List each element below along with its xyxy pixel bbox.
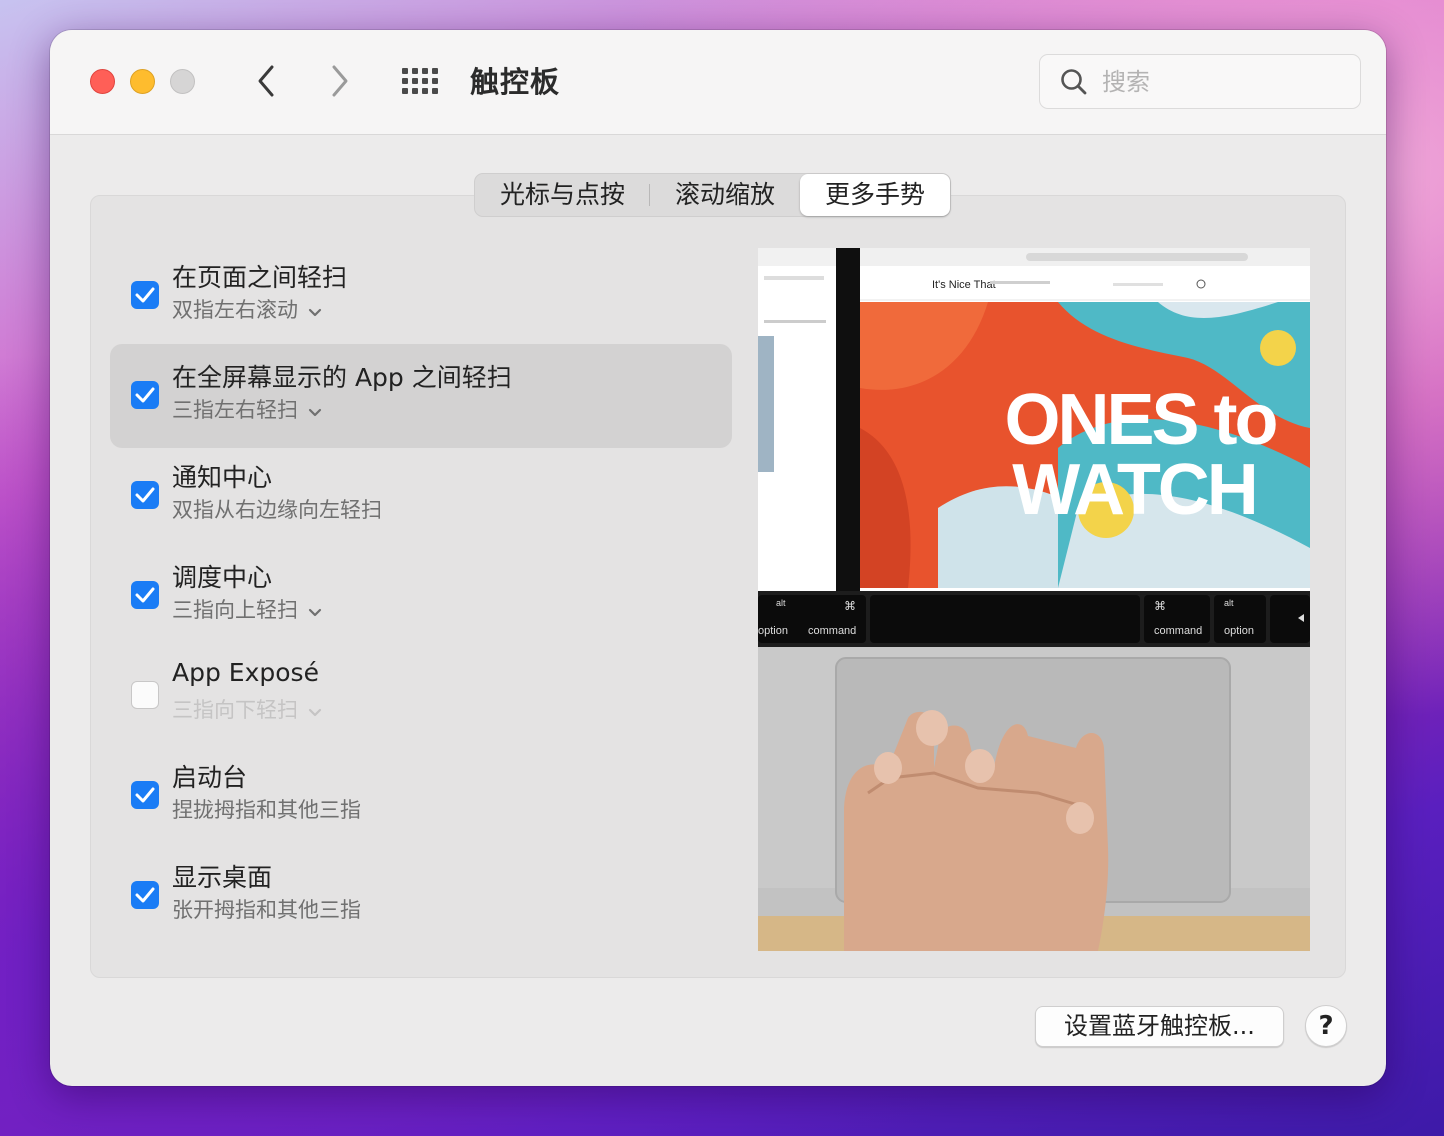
gesture-title: 启动台 — [172, 763, 248, 792]
gesture-title: App Exposé — [172, 658, 319, 687]
search-placeholder: 搜索 — [1102, 68, 1150, 96]
chevron-left-icon — [258, 65, 274, 97]
gesture-row-launchpad[interactable]: 启动台捏拢拇指和其他三指 — [110, 744, 732, 848]
checkmark-icon — [135, 587, 155, 603]
window-title: 触控板 — [470, 65, 561, 99]
checkmark-icon — [135, 787, 155, 803]
search-field[interactable]: 搜索 — [1039, 54, 1361, 109]
checkbox-mission-control[interactable] — [131, 581, 159, 609]
gesture-subtitle: 三指向下轻扫 — [172, 698, 298, 722]
gesture-subtitle: 三指左右轻扫 — [172, 398, 298, 422]
checkbox-swipe-between-pages[interactable] — [131, 281, 159, 309]
chevron-down-icon — [308, 299, 322, 323]
zoom-button[interactable] — [170, 69, 195, 94]
search-icon — [1061, 69, 1087, 95]
tab-bar: 光标与点按 滚动缩放 更多手势 — [474, 173, 952, 217]
chevron-down-icon — [308, 399, 322, 423]
gesture-title: 调度中心 — [172, 563, 273, 592]
headline-line-2: WATCH — [1012, 450, 1256, 530]
checkbox-show-desktop[interactable] — [131, 881, 159, 909]
gesture-popup-menu[interactable]: 双指左右滚动 — [172, 294, 322, 324]
gesture-subtitle: 张开拇指和其他三指 — [172, 898, 361, 922]
close-button[interactable] — [90, 69, 115, 94]
tab-more-gestures[interactable]: 更多手势 — [800, 174, 951, 216]
checkbox-app-expose[interactable] — [131, 681, 159, 709]
key-cmd-symbol-left: ⌘ — [844, 599, 856, 613]
checkmark-icon — [135, 487, 155, 503]
key-option-left: option — [758, 625, 788, 637]
site-name: It's Nice That — [932, 279, 996, 291]
gesture-subtitle: 捏拢拇指和其他三指 — [172, 798, 361, 822]
back-button[interactable] — [246, 60, 286, 102]
title-bar: 触控板 搜索 — [50, 30, 1386, 135]
headline-line-1: ONES to — [1004, 380, 1276, 460]
key-alt-right: alt — [1224, 598, 1234, 608]
show-all-grid-icon[interactable] — [400, 66, 442, 96]
tab-point-click[interactable]: 光标与点按 — [475, 174, 651, 216]
gesture-title: 在全屏幕显示的 App 之间轻扫 — [172, 363, 512, 392]
gesture-row-swipe-between-fullscreen-apps[interactable]: 在全屏幕显示的 App 之间轻扫三指左右轻扫 — [110, 344, 732, 448]
gesture-row-swipe-between-pages[interactable]: 在页面之间轻扫双指左右滚动 — [110, 244, 732, 348]
gesture-popup-menu[interactable]: 三指向下轻扫 — [172, 694, 322, 724]
gesture-subtitle: 双指从右边缘向左轻扫 — [172, 498, 382, 522]
gesture-preview-video: It's Nice That ONES to WATCH alt option … — [758, 248, 1310, 951]
forward-button[interactable] — [320, 60, 360, 102]
gesture-title: 通知中心 — [172, 463, 273, 492]
gesture-description: 捏拢拇指和其他三指 — [172, 794, 361, 824]
checkbox-launchpad[interactable] — [131, 781, 159, 809]
minimize-button[interactable] — [130, 69, 155, 94]
preferences-window: 触控板 搜索 光标与点按 滚动缩放 更多手势 在页面之间轻扫双指左右滚动在全屏幕… — [50, 30, 1386, 1086]
gesture-title: 在页面之间轻扫 — [172, 263, 348, 292]
checkmark-icon — [135, 287, 155, 303]
chevron-right-icon — [332, 65, 348, 97]
key-command-left: command — [808, 625, 856, 637]
key-command-right: command — [1154, 625, 1202, 637]
gesture-title: 显示桌面 — [172, 863, 273, 892]
gesture-row-app-expose[interactable]: App Exposé 三指向下轻扫 — [110, 644, 732, 748]
tab-scroll-zoom[interactable]: 滚动缩放 — [650, 174, 800, 216]
key-option-right: option — [1224, 625, 1254, 637]
key-alt-left: alt — [776, 598, 786, 608]
checkmark-icon — [135, 887, 155, 903]
gesture-popup-menu[interactable]: 三指向上轻扫 — [172, 594, 322, 624]
gesture-row-show-desktop[interactable]: 显示桌面张开拇指和其他三指 — [110, 844, 732, 948]
gesture-subtitle: 三指向上轻扫 — [172, 598, 298, 622]
gesture-description: 张开拇指和其他三指 — [172, 894, 361, 924]
gesture-description: 双指从右边缘向左轻扫 — [172, 494, 382, 524]
checkmark-icon — [135, 387, 155, 403]
chevron-down-icon — [308, 599, 322, 623]
key-cmd-symbol-right: ⌘ — [1154, 599, 1166, 613]
help-button[interactable]: ? — [1305, 1005, 1347, 1047]
checkbox-swipe-between-fullscreen-apps[interactable] — [131, 381, 159, 409]
gesture-popup-menu[interactable]: 三指左右轻扫 — [172, 394, 322, 424]
setup-bluetooth-trackpad-button[interactable]: 设置蓝牙触控板... — [1035, 1006, 1284, 1047]
gesture-row-notification-center[interactable]: 通知中心双指从右边缘向左轻扫 — [110, 444, 732, 548]
checkbox-notification-center[interactable] — [131, 481, 159, 509]
gesture-subtitle: 双指左右滚动 — [172, 298, 298, 322]
chevron-down-icon — [308, 699, 322, 723]
gesture-row-mission-control[interactable]: 调度中心三指向上轻扫 — [110, 544, 732, 648]
